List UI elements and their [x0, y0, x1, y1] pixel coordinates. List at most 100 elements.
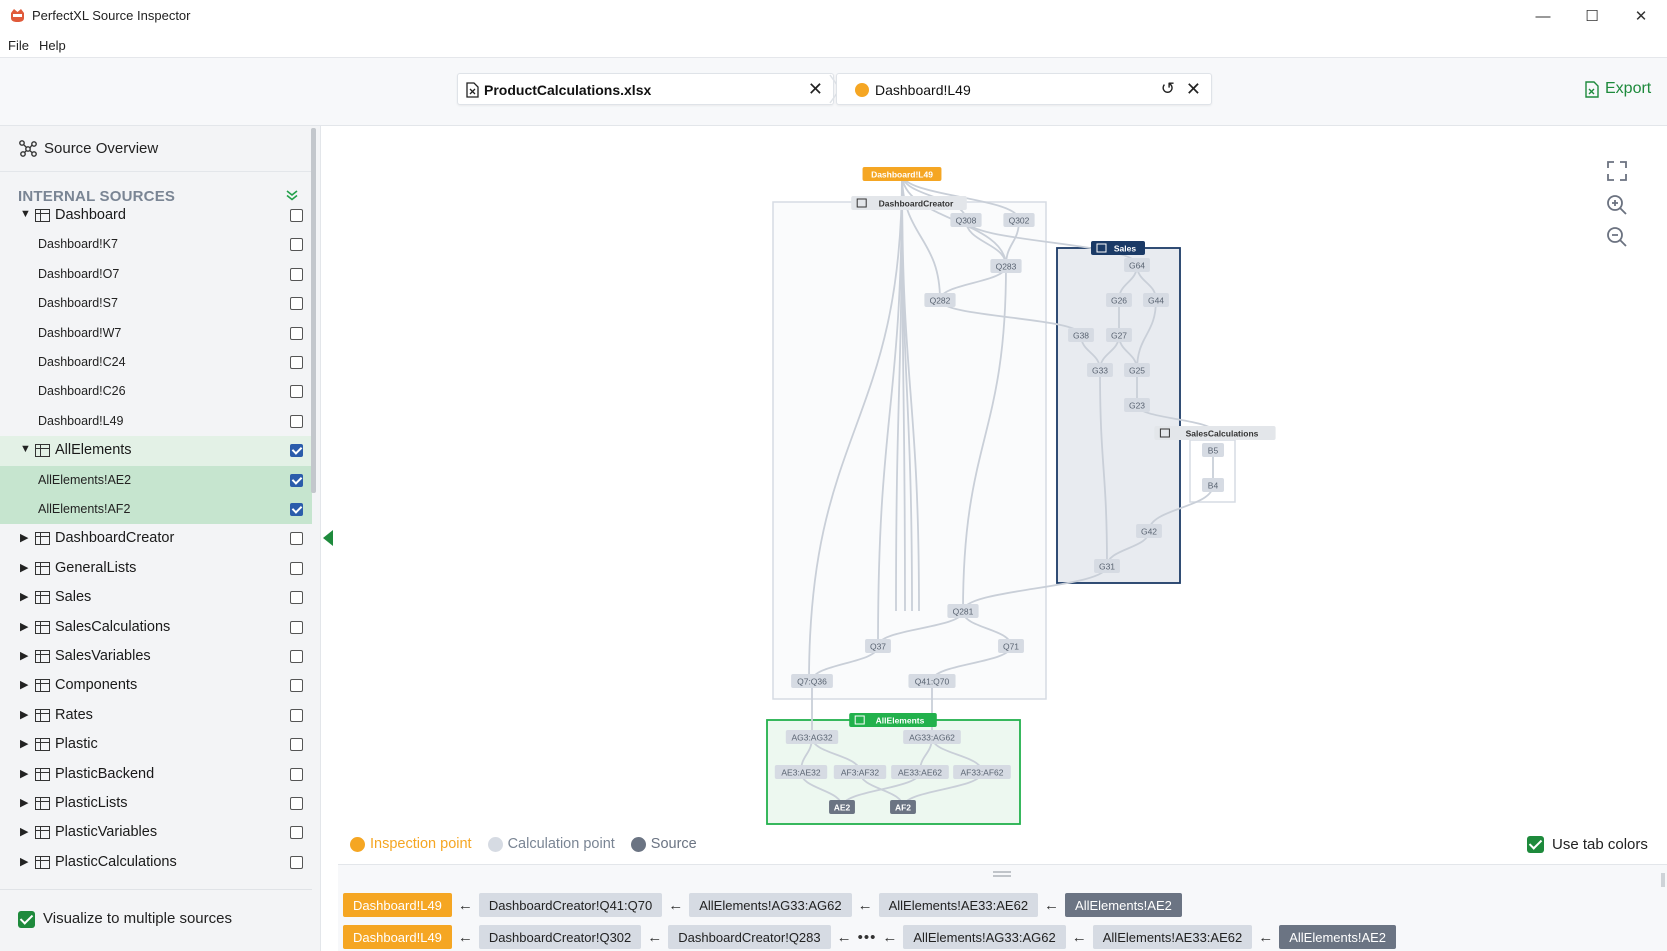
collapsed-arrow-icon[interactable]: ▶ — [20, 649, 28, 662]
path-chip[interactable]: AllElements!AE2 — [1065, 893, 1182, 917]
tree-cell-row[interactable]: Dashboard!C26 — [0, 377, 312, 406]
tree-item-checkbox[interactable] — [290, 444, 303, 458]
menu-file[interactable]: File — [8, 38, 29, 53]
file-tab[interactable]: ProductCalculations.xlsx ✕ — [457, 73, 834, 105]
tree-sheet-row[interactable]: ▶ Rates — [0, 701, 312, 730]
tree-cell-row[interactable]: Dashboard!O7 — [0, 260, 312, 289]
tree-item-checkbox[interactable] — [290, 679, 303, 693]
inspection-cell-tab[interactable]: Dashboard!L49 ↺ ✕ — [836, 73, 1212, 105]
visualize-multiple-checkbox[interactable] — [18, 911, 35, 928]
tree-item-checkbox[interactable] — [290, 238, 303, 252]
tree-item-checkbox[interactable] — [290, 650, 303, 663]
close-cell-icon[interactable]: ✕ — [1186, 79, 1201, 100]
path-chip[interactable]: DashboardCreator!Q283 — [668, 925, 831, 949]
tree-sheet-row[interactable]: ▶ GeneralLists — [0, 554, 312, 583]
tree-cell-row[interactable]: AllElements!AE2 — [0, 465, 312, 495]
tree-item-checkbox[interactable] — [290, 414, 303, 428]
tree-cell-row[interactable]: Dashboard!L49 — [0, 407, 312, 436]
collapsed-arrow-icon[interactable]: ▶ — [20, 531, 28, 544]
tree-cell-row[interactable]: AllElements!AF2 — [0, 495, 312, 525]
tree-item-checkbox[interactable] — [290, 267, 303, 281]
expanded-arrow-icon[interactable]: ▼ — [20, 208, 31, 220]
tree-item-checkbox[interactable] — [290, 738, 303, 752]
tree-item-checkbox[interactable] — [290, 532, 303, 546]
tree-sheet-row[interactable]: ▶ DashboardCreator — [0, 524, 312, 553]
path-chip[interactable]: DashboardCreator!Q41:Q70 — [478, 893, 663, 917]
path-chip[interactable]: Dashboard!L49 — [343, 925, 452, 949]
inspection-point-icon — [350, 836, 365, 852]
collapsed-arrow-icon[interactable]: ▶ — [20, 855, 28, 868]
tree-sheet-row[interactable]: ▶ PlasticVariables — [0, 818, 312, 847]
maximize-button[interactable]: ☐ — [1568, 0, 1616, 32]
collapsed-arrow-icon[interactable]: ▶ — [20, 825, 28, 838]
path-chip[interactable]: AllElements!AE2 — [1279, 925, 1397, 949]
tree-item-checkbox[interactable] — [290, 326, 303, 340]
tree-item-checkbox[interactable] — [290, 356, 303, 369]
visualize-multiple-row[interactable]: Visualize to multiple sources — [0, 889, 312, 951]
tree-cell-row[interactable]: Dashboard!K7 — [0, 230, 312, 259]
tree-item-checkbox[interactable] — [290, 855, 303, 869]
path-chip[interactable]: AllElements!AE33:AE62 — [878, 893, 1039, 917]
graph-canvas[interactable]: Dashboard!L49 DashboardCreator Sales SalesC… — [338, 126, 1667, 864]
paths-scrollbar[interactable] — [1661, 873, 1665, 887]
minimize-button[interactable]: — — [1519, 0, 1567, 32]
menu-help[interactable]: Help — [39, 38, 66, 53]
tree-sheet-row[interactable]: ▶ Components — [0, 671, 312, 700]
use-tab-colors-checkbox[interactable] — [1527, 836, 1544, 853]
close-window-button[interactable]: ✕ — [1617, 0, 1665, 32]
zoom-in-icon[interactable] — [1606, 194, 1628, 222]
tree-item-checkbox[interactable] — [290, 591, 303, 605]
reset-icon[interactable]: ↺ — [1161, 79, 1175, 99]
dependency-graph[interactable]: Dashboard!L49 DashboardCreator Sales SalesC… — [338, 126, 1667, 864]
graph-legend: Inspection point Calculation point Sourc… — [350, 836, 713, 852]
tree-sheet-row[interactable]: ▶ Sales — [0, 583, 312, 612]
tree-item-checkbox[interactable] — [290, 209, 303, 222]
tree-sheet-row[interactable]: ▶ PlasticCalculations — [0, 848, 312, 877]
collapsed-arrow-icon[interactable]: ▶ — [20, 561, 28, 574]
collapsed-arrow-icon[interactable]: ▶ — [20, 767, 28, 780]
fullscreen-icon[interactable] — [1606, 160, 1628, 188]
collapsed-arrow-icon[interactable]: ▶ — [20, 708, 28, 721]
tree-sheet-row[interactable]: ▶ SalesVariables — [0, 642, 312, 671]
tree-item-checkbox[interactable] — [290, 561, 303, 575]
tree-item-checkbox[interactable] — [290, 503, 303, 516]
tree-item-checkbox[interactable] — [290, 385, 303, 399]
tree-sheet-row[interactable]: ▼ AllElements — [0, 436, 312, 466]
tree-cell-row[interactable]: Dashboard!W7 — [0, 319, 312, 348]
tree-sheet-row[interactable]: ▶ PlasticBackend — [0, 760, 312, 789]
tree-item-checkbox[interactable] — [290, 797, 303, 810]
tree-item-checkbox[interactable] — [290, 708, 303, 722]
tree-item-checkbox[interactable] — [290, 473, 303, 487]
source-overview-item[interactable]: Source Overview — [0, 126, 312, 172]
sheet-table-icon — [35, 620, 50, 634]
tree-sheet-row[interactable]: ▶ SalesCalculations — [0, 613, 312, 642]
tree-cell-row[interactable]: Dashboard!S7 — [0, 289, 312, 318]
panel-resize-handle[interactable] — [993, 871, 1011, 877]
tree-cell-row[interactable]: Dashboard!C24 — [0, 348, 312, 377]
zoom-out-icon[interactable] — [1606, 226, 1628, 254]
tree-item-checkbox[interactable] — [290, 767, 303, 781]
collapsed-arrow-icon[interactable]: ▶ — [20, 796, 28, 809]
expanded-arrow-icon[interactable]: ▼ — [20, 443, 31, 455]
path-chip[interactable]: DashboardCreator!Q302 — [478, 925, 642, 949]
path-chip[interactable]: AllElements!AE33:AE62 — [1092, 925, 1253, 949]
tree-sheet-row[interactable]: ▼ Dashboard — [0, 201, 312, 230]
tree-item-checkbox[interactable] — [290, 620, 303, 634]
tree-item-checkbox[interactable] — [290, 297, 303, 311]
collapsed-arrow-icon[interactable]: ▶ — [20, 678, 28, 691]
close-file-icon[interactable]: ✕ — [808, 79, 823, 100]
use-tab-colors-toggle[interactable]: Use tab colors — [1527, 836, 1648, 853]
sidebar-scrollbar[interactable] — [311, 128, 316, 493]
collapsed-arrow-icon[interactable]: ▶ — [20, 590, 28, 603]
export-button[interactable]: Export — [1585, 80, 1651, 98]
tree-item-checkbox[interactable] — [290, 826, 303, 840]
collapsed-arrow-icon[interactable]: ▶ — [20, 737, 28, 750]
collapse-sidebar-handle[interactable] — [323, 530, 333, 546]
path-chip[interactable]: AllElements!AG33:AG62 — [903, 925, 1066, 949]
path-chip[interactable]: Dashboard!L49 — [343, 893, 452, 917]
tree-sheet-row[interactable]: ▶ PlasticLists — [0, 789, 312, 818]
collapsed-arrow-icon[interactable]: ▶ — [20, 620, 28, 633]
path-chip[interactable]: AllElements!AG33:AG62 — [689, 893, 852, 917]
path-ellipsis[interactable]: ••• — [858, 929, 877, 946]
tree-sheet-row[interactable]: ▶ Plastic — [0, 730, 312, 759]
